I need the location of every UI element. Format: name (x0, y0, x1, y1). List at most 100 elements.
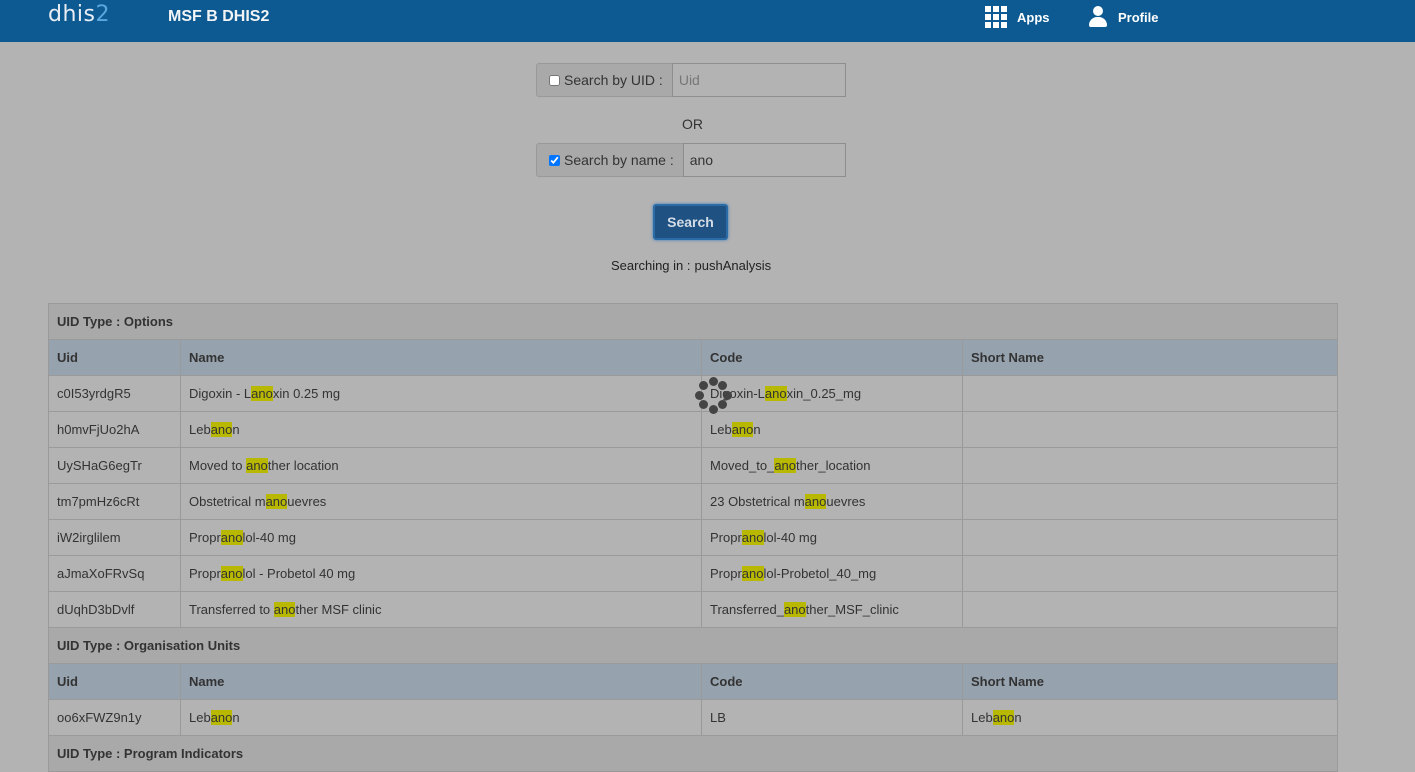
name-cell: Moved to another location (180, 447, 702, 484)
section-header-row: UID Type : Organisation Units (47, 627, 1339, 664)
section-title: UID Type : Options (47, 303, 1339, 340)
name-input[interactable] (682, 143, 846, 177)
column-header: Short Name (961, 339, 1339, 376)
name-search-group: Search by name : (536, 143, 846, 177)
profile-menu-button[interactable]: Profile (1088, 6, 1158, 28)
table-row: dUqhD3bDvlf Transferred to another MSF cl… (48, 591, 1339, 628)
section-title: UID Type : Program Indicators (47, 735, 1339, 772)
match-highlight: ano (992, 710, 1015, 725)
column-header: Code (701, 339, 963, 376)
table-row: aJmaXoFRvSq Propranolol - Probetol 40 mg P… (48, 555, 1339, 592)
name-search-addon[interactable]: Search by name : (536, 143, 683, 177)
short-name-cell (961, 411, 1339, 448)
match-highlight: ano (210, 710, 233, 725)
uid-cell[interactable]: h0mvFjUo2hA (48, 411, 181, 448)
short-name-cell (961, 483, 1339, 520)
name-cell: Obstetrical manouevres (180, 483, 702, 520)
uid-cell[interactable]: iW2irglilem (48, 519, 181, 556)
uid-cell[interactable]: dUqhD3bDvlf (48, 591, 181, 628)
search-button[interactable]: Search (653, 204, 728, 240)
results-table: UID Type : Options Uid Name Code Short Name c… (47, 303, 1339, 772)
spinner-dot (718, 380, 728, 390)
code-cell: Transferred_another_MSF_clinic (701, 591, 963, 628)
match-highlight: ano (246, 458, 268, 473)
name-cell: Transferred to another MSF clinic (180, 591, 702, 628)
match-highlight: ano (804, 494, 827, 509)
code-cell: Moved_to_another_location (701, 447, 963, 484)
searching-in-text: Searching in : pushAnalysis (611, 258, 771, 273)
column-header-row: Uid Name Code Short Name (48, 339, 1339, 376)
match-highlight: ano (731, 422, 754, 437)
short-name-cell: Lebanon (961, 699, 1339, 736)
column-header: Uid (48, 339, 181, 376)
spinner-dot (708, 404, 718, 414)
spinner-dot (708, 376, 718, 386)
table-row: h0mvFjUo2hA Lebanon Lebanon (48, 411, 1339, 448)
code-cell: Lebanon (701, 411, 963, 448)
uid-search-label: Search by UID : (564, 72, 663, 88)
spinner-icon (694, 376, 732, 414)
column-header: Name (180, 339, 702, 376)
code-cell: Propranolol-40 mg (701, 519, 963, 556)
short-name-cell (961, 519, 1339, 556)
uid-search-checkbox[interactable] (549, 74, 560, 86)
table-row: iW2irglilem Propranolol-40 mg Propranolol-… (48, 519, 1339, 556)
name-search-label: Search by name : (564, 152, 674, 168)
column-header-row: Uid Name Code Short Name (48, 663, 1339, 700)
name-cell: Lebanon (180, 699, 702, 736)
match-highlight: ano (210, 422, 233, 437)
name-cell: Digoxin - Lanoxin 0.25 mg (180, 375, 702, 412)
match-highlight: ano (741, 530, 764, 545)
match-highlight: ano (741, 566, 764, 581)
code-cell: LB (701, 699, 963, 736)
instance-title: MSF B DHIS2 (168, 8, 270, 25)
section-header-row: UID Type : Program Indicators (47, 735, 1339, 772)
uid-input[interactable] (671, 63, 846, 97)
logo-main: dhis (48, 2, 96, 27)
short-name-cell (961, 375, 1339, 412)
match-highlight: ano (220, 530, 243, 545)
dhis2-logo[interactable]: dhis2 (48, 2, 110, 27)
or-separator: OR (682, 116, 703, 132)
apps-label: Apps (1017, 9, 1050, 25)
apps-menu-button[interactable]: Apps (985, 6, 1050, 28)
match-highlight: ano (265, 494, 288, 509)
spinner-dot (698, 380, 708, 390)
top-bar: dhis2 MSF B DHIS2 Apps Profile (0, 0, 1415, 42)
uid-cell[interactable]: c0I53yrdgR5 (48, 375, 181, 412)
uid-cell[interactable]: UySHaG6egTr (48, 447, 181, 484)
match-highlight: ano (764, 386, 787, 401)
uid-cell[interactable]: aJmaXoFRvSq (48, 555, 181, 592)
spinner-dot (698, 400, 708, 410)
uid-search-addon[interactable]: Search by UID : (536, 63, 672, 97)
code-cell: Propranolol-Probetol_40_mg (701, 555, 963, 592)
uid-search-group: Search by UID : (536, 63, 846, 97)
column-header: Name (180, 663, 702, 700)
match-highlight: ano (251, 386, 273, 401)
section-header-row: UID Type : Options (47, 303, 1339, 340)
spinner-dot (694, 390, 704, 400)
logo-suffix: 2 (95, 2, 110, 27)
spinner-dot (718, 400, 728, 410)
uid-cell[interactable]: oo6xFWZ9n1y (48, 699, 181, 736)
spinner-dot (722, 390, 732, 400)
name-search-checkbox[interactable] (549, 154, 560, 166)
name-cell: Propranolol - Probetol 40 mg (180, 555, 702, 592)
table-row: UySHaG6egTr Moved to another location Move… (48, 447, 1339, 484)
column-header: Code (701, 663, 963, 700)
person-icon (1088, 6, 1108, 28)
grid-icon (985, 6, 1007, 28)
short-name-cell (961, 591, 1339, 628)
searching-in-label: Searching in : (611, 258, 691, 273)
searching-in-value: pushAnalysis (694, 258, 772, 273)
short-name-cell (961, 447, 1339, 484)
match-highlight: ano (774, 458, 797, 473)
table-row: tm7pmHz6cRt Obstetrical manouevres 23 Obst… (48, 483, 1339, 520)
short-name-cell (961, 555, 1339, 592)
profile-label: Profile (1118, 9, 1159, 25)
name-cell: Lebanon (180, 411, 702, 448)
code-cell: 23 Obstetrical manouevres (701, 483, 963, 520)
name-cell: Propranolol-40 mg (180, 519, 702, 556)
match-highlight: ano (220, 566, 243, 581)
uid-cell[interactable]: tm7pmHz6cRt (48, 483, 181, 520)
